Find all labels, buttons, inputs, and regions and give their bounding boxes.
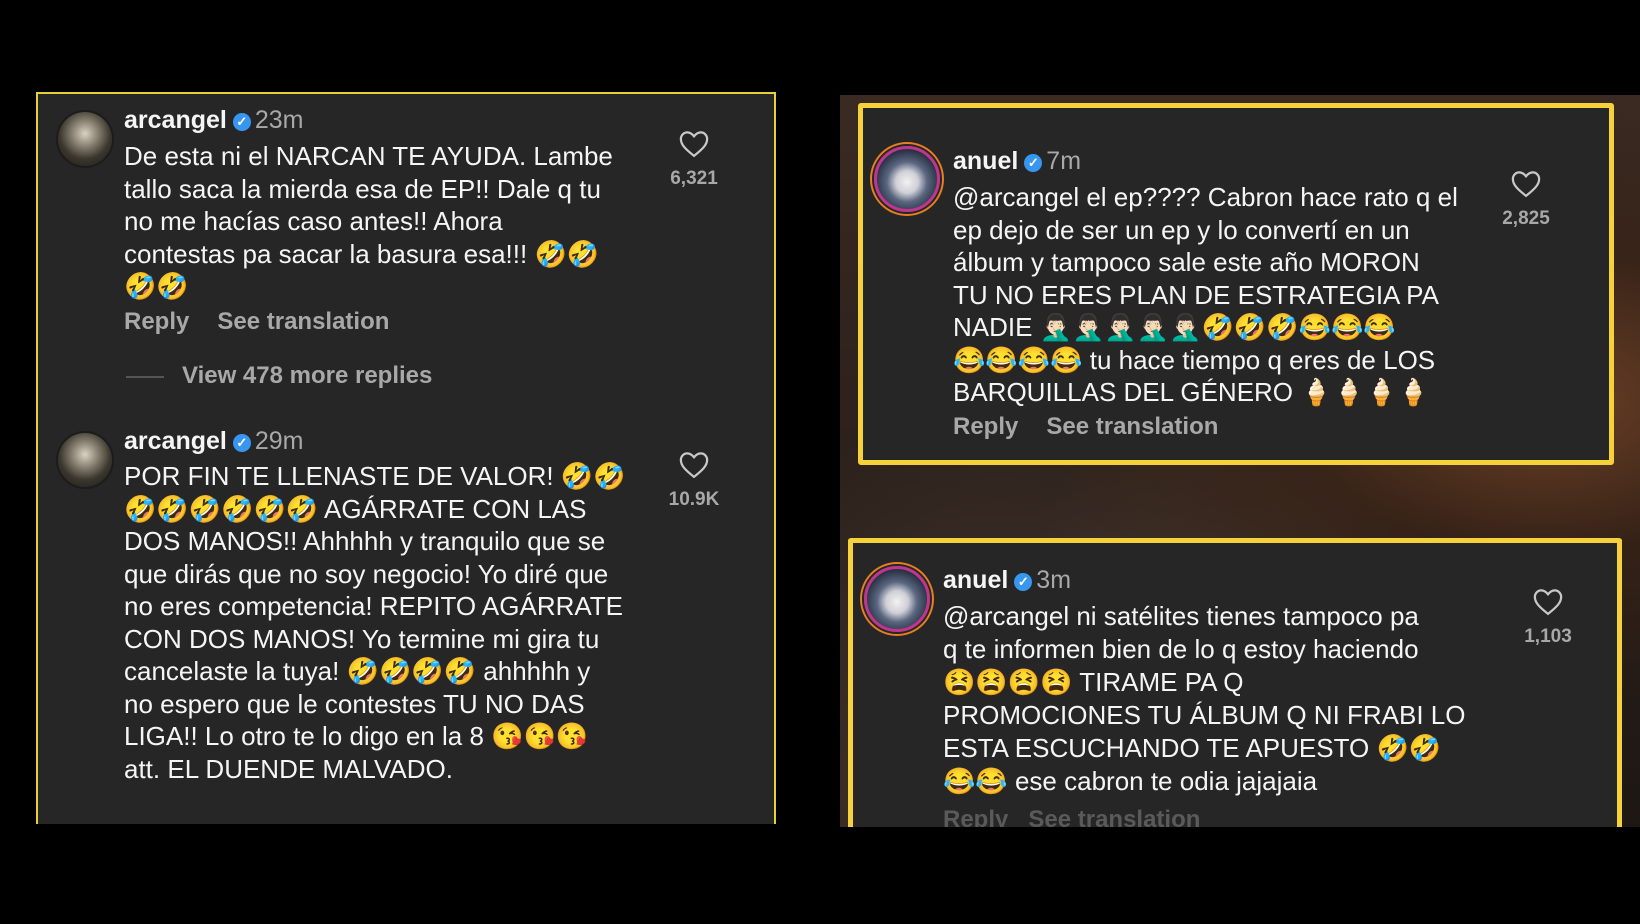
comment-header: anuel ✓ 3m [943,565,1071,595]
comment-text: @arcangel ni satélites tienes tampoco pa… [943,601,1466,796]
like-group: 1,103 [1513,588,1583,648]
see-translation-button[interactable]: See translation [1046,413,1218,440]
like-count: 6,321 [670,168,718,189]
verified-badge-icon: ✓ [232,434,251,452]
like-group: 6,321 [659,130,729,190]
comment-text: POR FIN TE LLENASTE DE VALOR! 🤣🤣 🤣🤣🤣🤣🤣🤣 … [124,461,626,784]
like-count: 10.9K [668,489,720,510]
like-group: 10.9K [659,451,729,511]
right-comments-panel: anuel ✓ 7m @arcangel el ep???? Cabron hace… [840,95,1640,827]
heart-icon[interactable] [679,451,709,479]
timestamp: 3m [1036,566,1072,594]
highlighted-comment-card: anuel ✓ 3m @arcangel ni satélites tienes t… [848,538,1622,827]
timestamp: 29m [254,427,304,455]
username[interactable]: arcangel [124,106,227,134]
username[interactable]: anuel [943,566,1008,594]
comment-header: arcangel ✓ 23m [124,105,303,135]
comment-actions-clipped[interactable]: Reply See translation [943,806,1200,827]
highlighted-comment-card: anuel ✓ 7m @arcangel el ep???? Cabron hace… [858,103,1614,465]
username[interactable]: arcangel [124,427,227,455]
view-replies-button[interactable]: View 478 more replies [126,362,432,390]
comment-header: arcangel ✓ 29m [124,426,303,456]
timestamp: 7m [1046,147,1082,175]
comment-text: De esta ni el NARCAN TE AYUDA. Lambe tal… [124,141,613,301]
like-count: 1,103 [1524,626,1572,647]
anuel-avatar[interactable] [874,146,940,212]
like-count: 2,825 [1502,208,1550,229]
verified-badge-icon: ✓ [232,113,251,131]
anuel-avatar[interactable] [864,566,930,632]
see-translation-button[interactable]: See translation [217,308,389,335]
divider [126,375,164,378]
like-group: 2,825 [1491,170,1561,230]
comment-actions: Reply See translation [953,413,1246,441]
left-comments-panel: arcangel ✓ 23m De esta ni el NARCAN TE AYU… [36,92,776,824]
username[interactable]: anuel [953,147,1018,175]
verified-badge-icon: ✓ [1014,573,1033,591]
view-replies-label: View 478 more replies [182,362,433,389]
reply-button[interactable]: Reply [953,413,1018,440]
timestamp: 23m [254,106,304,134]
heart-icon[interactable] [1511,170,1541,198]
comment-actions: Reply See translation [124,308,417,336]
comment-header: anuel ✓ 7m [953,146,1081,176]
comment-text: @arcangel el ep???? Cabron hace rato q e… [953,182,1458,407]
verified-badge-icon: ✓ [1024,154,1043,172]
arcangel-avatar[interactable] [56,110,114,168]
arcangel-avatar[interactable] [56,431,114,489]
reply-button[interactable]: Reply [124,308,189,335]
heart-icon[interactable] [1533,588,1563,616]
heart-icon[interactable] [679,130,709,158]
